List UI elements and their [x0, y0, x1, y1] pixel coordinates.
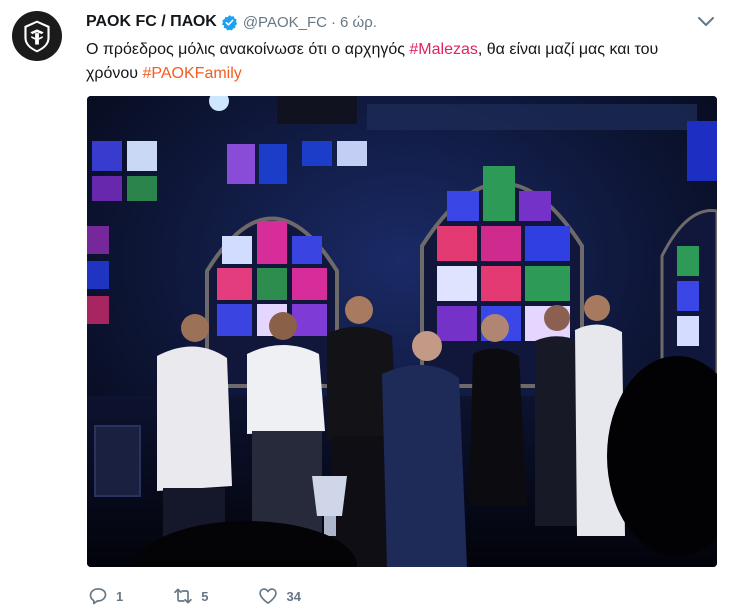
tweet-text: Ο πρόεδρος μόλις ανακοίνωσε ότι ο αρχηγό… — [86, 38, 711, 86]
tweet-header: PAOK FC / ΠΑΟΚ @PAOK_FC · 6 ώρ. — [86, 13, 377, 31]
reply-count: 1 — [116, 588, 124, 604]
like-count: 34 — [286, 588, 301, 604]
tweet-photo[interactable] — [87, 96, 717, 567]
paok-logo-icon — [22, 19, 52, 54]
retweet-button[interactable]: 5 — [173, 586, 208, 606]
tweet-actions: 1 5 34 — [88, 586, 351, 606]
chevron-down-icon[interactable] — [697, 15, 715, 29]
tweet-timestamp[interactable]: 6 ώρ. — [340, 14, 377, 31]
display-name[interactable]: PAOK FC / ΠΑΟΚ — [86, 13, 217, 31]
like-button[interactable]: 34 — [258, 586, 301, 606]
verified-badge-icon — [221, 14, 237, 31]
stage-photo-illustration — [87, 96, 717, 567]
reply-button[interactable]: 1 — [88, 586, 123, 606]
avatar[interactable] — [12, 11, 62, 61]
user-handle[interactable]: @PAOK_FC — [243, 14, 327, 31]
retweet-count: 5 — [201, 588, 209, 604]
retweet-icon — [174, 588, 192, 604]
heart-icon — [259, 588, 278, 604]
reply-icon — [89, 588, 107, 605]
hashtag-link[interactable]: #Malezas — [409, 41, 477, 58]
tweet-text-part: Ο πρόεδρος μόλις ανακοίνωσε ότι ο αρχηγό… — [86, 41, 410, 58]
separator-dot: · — [330, 13, 336, 31]
hashtag-link[interactable]: #PAOKFamily — [143, 65, 242, 82]
